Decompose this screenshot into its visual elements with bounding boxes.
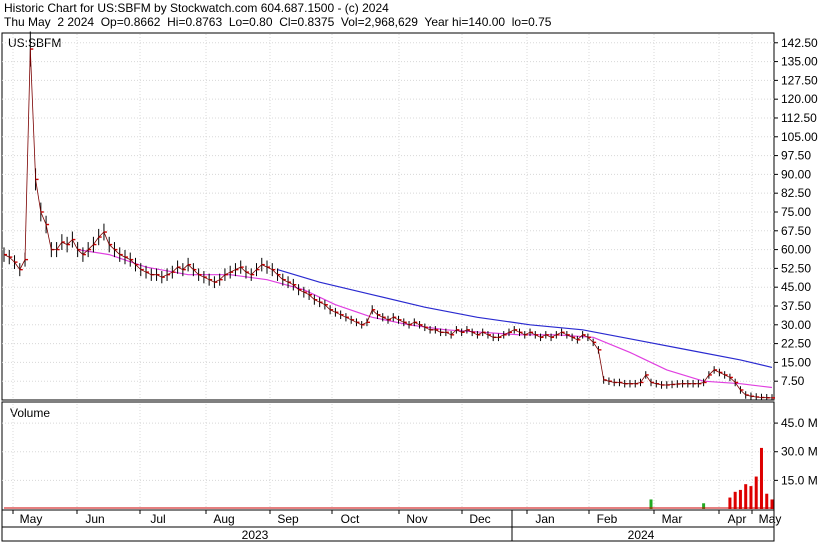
price-tick-label: 90.00 xyxy=(781,167,811,181)
price-tick-label: 7.50 xyxy=(781,374,805,388)
price-tick-label: 15.00 xyxy=(781,355,811,369)
price-tick-label: 22.50 xyxy=(781,337,811,351)
price-tick-label: 135.00 xyxy=(781,55,818,69)
volume-bar xyxy=(738,489,742,509)
price-tick-label: 45.00 xyxy=(781,280,811,294)
month-label: Nov xyxy=(406,512,427,526)
price-tick-label: 105.00 xyxy=(781,130,818,144)
volume-axis: 45.0 M 30.0 M 15.0 M xyxy=(774,416,818,487)
month-label: Dec xyxy=(469,512,490,526)
volume-label: Volume xyxy=(10,406,50,420)
volume-tick-label: 30.0 M xyxy=(781,445,818,459)
month-label: Mar xyxy=(662,512,683,526)
volume-bar xyxy=(744,484,748,509)
volume-bar xyxy=(765,493,769,509)
stock-chart: US:SBFM Volume 142.50135.00127.50120.001… xyxy=(1,31,818,542)
price-tick-label: 75.00 xyxy=(781,205,811,219)
month-label: Sep xyxy=(277,512,299,526)
price-tick-label: 82.50 xyxy=(781,186,811,200)
month-label: Jan xyxy=(535,512,554,526)
price-grid xyxy=(2,42,774,382)
month-label: Jun xyxy=(85,512,104,526)
volume-tick-label: 45.0 M xyxy=(781,416,818,430)
volume-bar xyxy=(749,486,753,509)
volume-grid xyxy=(2,422,774,481)
volume-tick-label: 15.0 M xyxy=(781,473,818,487)
date-axis-frame xyxy=(1,509,775,542)
price-tick-label: 112.50 xyxy=(781,111,817,125)
year-label: 2023 xyxy=(242,528,269,542)
volume-series xyxy=(4,447,774,509)
month-label: Jul xyxy=(150,512,165,526)
ma50-line xyxy=(77,249,773,389)
price-tick-label: 67.50 xyxy=(781,224,811,238)
year-axis: 2023 2024 xyxy=(242,528,655,542)
price-tick-label: 97.50 xyxy=(781,149,811,163)
price-tick-label: 127.50 xyxy=(781,73,818,87)
price-panel-frame xyxy=(1,32,775,401)
month-label: Aug xyxy=(213,512,234,526)
ma50-series xyxy=(77,249,773,389)
price-tick-label: 37.50 xyxy=(781,299,811,313)
month-axis: May Jun Jul Aug Sep Oct Nov Dec Jan Feb Mar Apr May xyxy=(12,510,782,526)
month-grid xyxy=(12,34,753,509)
month-label: Feb xyxy=(597,512,618,526)
volume-bar xyxy=(759,447,763,509)
month-label: May xyxy=(20,512,43,526)
volume-panel-frame xyxy=(1,401,775,511)
price-close-line xyxy=(3,48,773,399)
price-tick-label: 120.00 xyxy=(781,92,818,106)
month-label: May xyxy=(759,512,782,526)
month-label: Oct xyxy=(341,512,360,526)
volume-bar xyxy=(733,491,737,509)
price-tick-label: 52.50 xyxy=(781,261,811,275)
year-label: 2024 xyxy=(628,528,655,542)
price-axis: 142.50 135.00 127.50 120.00 112.50 105.00 97.5… xyxy=(774,36,818,388)
price-tick-label: 142.50 xyxy=(781,36,818,50)
volume-bar xyxy=(754,476,758,509)
price-tick-label: 30.00 xyxy=(781,318,811,332)
volume-bar xyxy=(728,497,732,509)
price-tick-label: 60.00 xyxy=(781,243,811,257)
month-label: Apr xyxy=(728,512,747,526)
